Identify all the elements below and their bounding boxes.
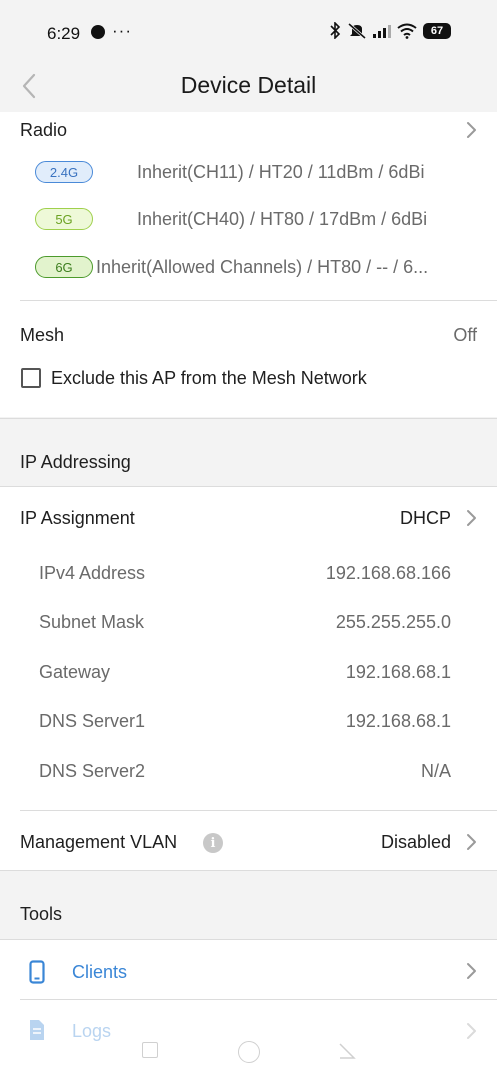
gateway-label: Gateway xyxy=(39,662,111,682)
system-navigation-bar xyxy=(0,1034,497,1080)
subnet-mask-label: Subnet Mask xyxy=(39,612,145,632)
chevron-right-icon xyxy=(467,834,476,850)
status-bar: 6:29 ··· 67 xyxy=(0,0,497,62)
band-detail-5g: Inherit(CH40) / HT80 / 17dBm / 6dBi xyxy=(137,209,428,229)
divider xyxy=(20,810,497,811)
mesh-status-value: Off xyxy=(453,325,477,345)
info-icon[interactable]: i xyxy=(203,833,223,853)
dns-server2-value: N/A xyxy=(420,761,451,781)
signal-icon xyxy=(373,24,391,38)
tools-header: Tools xyxy=(0,870,497,939)
band-detail-6g: Inherit(Allowed Channels) / HT80 / -- / … xyxy=(96,257,429,277)
wifi-icon xyxy=(397,23,417,39)
radio-label: Radio xyxy=(20,120,68,140)
mesh-label: Mesh xyxy=(20,325,65,345)
back-nav-button[interactable] xyxy=(338,1042,356,1060)
ip-addressing-card: IP Assignment DHCP IPv4 Address 192.168.… xyxy=(0,486,497,870)
divider xyxy=(20,300,497,301)
chevron-right-icon[interactable] xyxy=(465,121,477,139)
tools-heading: Tools xyxy=(20,904,63,924)
ipv4-address-value: 192.168.68.166 xyxy=(325,563,451,583)
divider xyxy=(20,999,497,1000)
status-more: ··· xyxy=(112,21,132,40)
management-vlan-label: Management VLAN xyxy=(20,832,178,852)
status-time: 6:29 xyxy=(47,24,81,43)
subnet-mask-value: 255.255.255.0 xyxy=(335,612,451,632)
ip-addressing-heading: IP Addressing xyxy=(20,452,131,472)
band-badge-24g: 2.4G xyxy=(35,161,93,183)
chevron-right-icon xyxy=(467,963,476,979)
band-badge-6g: 6G xyxy=(35,256,93,278)
battery-icon: 67 xyxy=(423,22,451,39)
dns-server1-label: DNS Server1 xyxy=(39,711,146,731)
exclude-mesh-checkbox[interactable] xyxy=(21,368,41,388)
management-vlan-value: Disabled xyxy=(380,832,451,852)
home-button[interactable] xyxy=(238,1041,260,1063)
band-detail-24g: Inherit(CH11) / HT20 / 11dBm / 6dBi xyxy=(137,162,425,182)
mute-icon xyxy=(348,22,366,39)
tools-item-label: Clients xyxy=(72,962,128,982)
dns-server2-label: DNS Server2 xyxy=(39,761,146,781)
ip-addressing-header: IP Addressing xyxy=(0,418,497,486)
phone-icon xyxy=(29,960,45,984)
ipv4-address-label: IPv4 Address xyxy=(39,563,146,583)
status-icons: 67 xyxy=(330,22,451,39)
radio-mesh-card: Radio 2.4G Inherit(CH11) / HT20 / 11dBm … xyxy=(0,112,497,417)
recents-button[interactable] xyxy=(142,1042,158,1058)
ip-assignment-label: IP Assignment xyxy=(20,508,135,528)
bluetooth-icon xyxy=(330,22,341,39)
navigation-bar: Device Detail xyxy=(0,62,497,112)
messenger-icon xyxy=(91,25,105,39)
page-title: Device Detail xyxy=(180,72,317,98)
chevron-right-icon xyxy=(467,510,476,526)
band-badge-5g: 5G xyxy=(35,208,93,230)
ip-assignment-value: DHCP xyxy=(399,508,451,528)
exclude-mesh-label: Exclude this AP from the Mesh Network xyxy=(51,368,367,388)
dns-server1-value: 192.168.68.1 xyxy=(345,711,451,731)
gateway-value: 192.168.68.1 xyxy=(345,662,451,682)
